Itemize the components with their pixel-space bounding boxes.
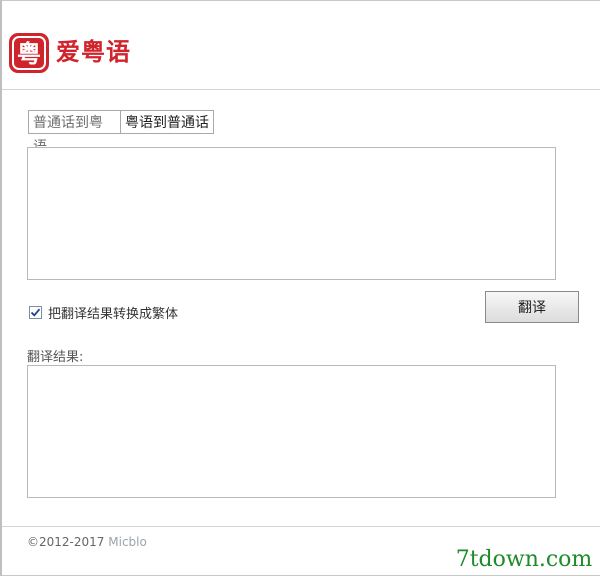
result-label: 翻译结果: [27,350,84,365]
traditional-checkbox-label: 把翻译结果转换成繁体 [48,306,179,322]
source-text-input[interactable] [27,147,556,280]
logo-icon: 粤 [8,32,50,74]
app-title: 爱粤语 [56,38,131,66]
traditional-option: 把翻译结果转换成繁体 [29,303,179,322]
copyright-brand[interactable]: Micblo [108,535,147,549]
tab-mandarin-to-cantonese[interactable]: 普通话到粤语 [28,110,121,155]
tab-cantonese-to-mandarin[interactable]: 粤语到普通话 [120,110,214,134]
footer-divider [2,526,600,527]
result-text-output[interactable] [27,365,556,498]
logo-glyph: 粤 [17,40,41,68]
checkmark-icon [30,308,41,317]
copyright-years: ©2012-2017 [27,535,105,549]
traditional-checkbox[interactable] [29,305,42,319]
translate-button[interactable]: 翻译 [485,291,579,323]
app-window: 粤 爱粤语 普通话到粤语 粤语到普通话 把翻译结果转换成繁体 翻译 翻译结果: … [0,0,600,576]
watermark: 7tdown.com [450,545,598,575]
header: 粤 爱粤语 [2,1,600,90]
copyright: ©2012-2017 Micblo [27,535,147,549]
